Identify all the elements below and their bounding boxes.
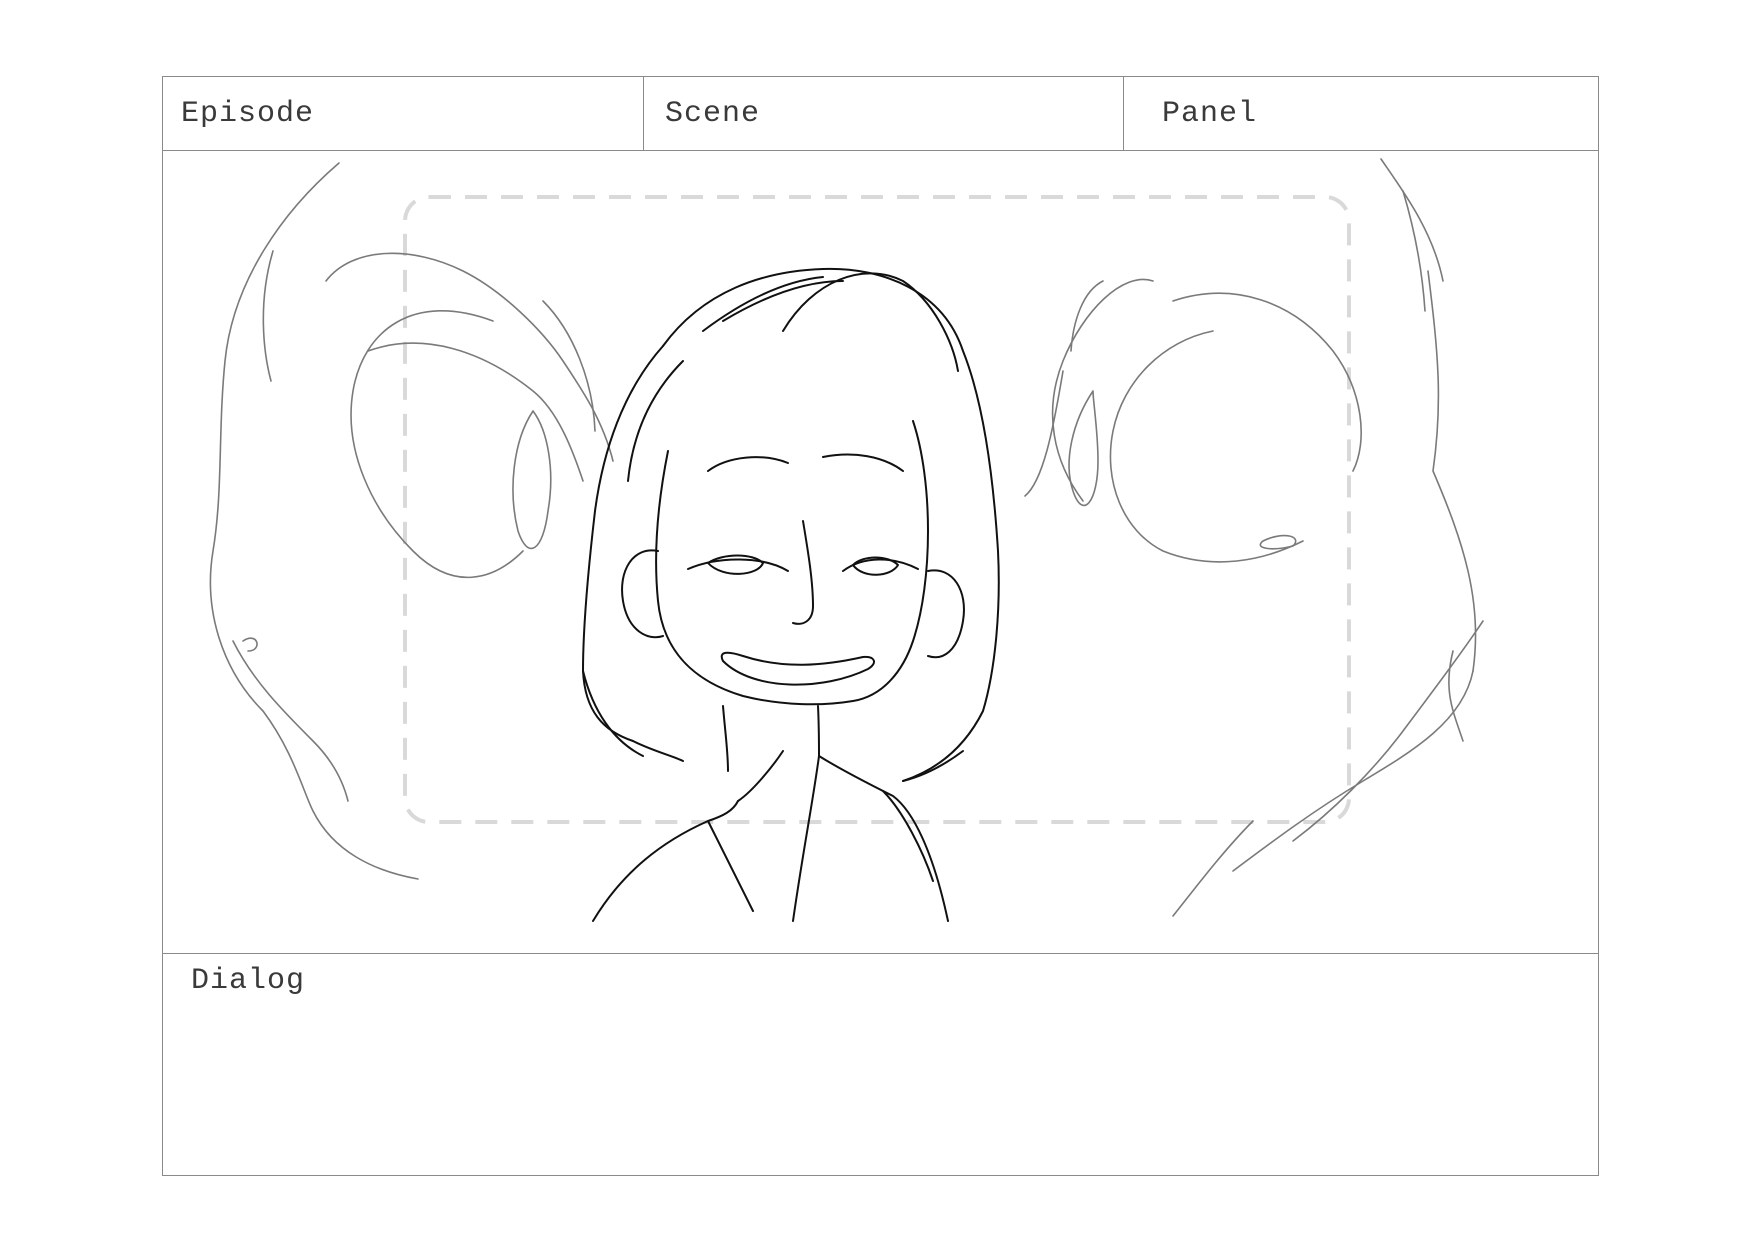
panel-header: Episode Scene Panel	[163, 77, 1598, 151]
background-characters-sketch	[209, 158, 1484, 917]
panel-label: Panel	[1162, 97, 1258, 131]
dialog-box[interactable]: Dialog	[163, 954, 1598, 1177]
storyboard-sheet: Episode Scene Panel Dialog	[162, 76, 1599, 1176]
episode-field[interactable]: Episode	[163, 77, 644, 150]
dialog-label: Dialog	[191, 964, 306, 998]
sketch-canvas	[209, 158, 1484, 922]
panel-field[interactable]: Panel	[1124, 77, 1600, 150]
scene-field[interactable]: Scene	[644, 77, 1124, 150]
safe-area-guide	[403, 195, 1351, 824]
main-character-sketch	[582, 267, 1000, 922]
drawing-frame[interactable]	[163, 151, 1598, 954]
episode-label: Episode	[181, 97, 315, 131]
scene-label: Scene	[665, 97, 761, 131]
